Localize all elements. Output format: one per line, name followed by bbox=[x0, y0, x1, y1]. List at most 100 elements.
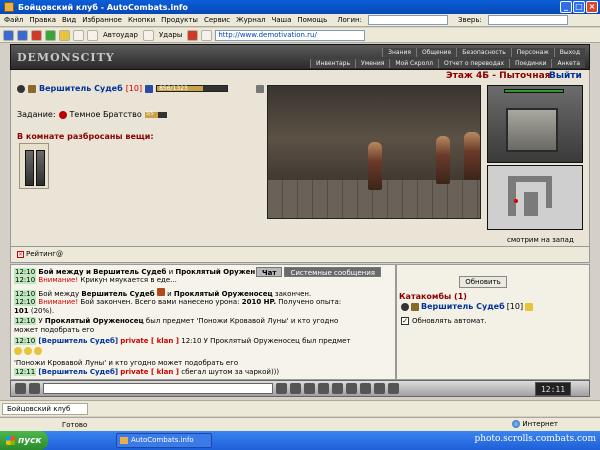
nav-knowledge[interactable]: Знания bbox=[382, 48, 416, 57]
menu-cup[interactable]: Чаша bbox=[272, 16, 292, 24]
nav-communication[interactable]: Общение bbox=[415, 48, 457, 57]
minimize-button[interactable]: _ bbox=[560, 1, 572, 13]
menu-help[interactable]: Помощь bbox=[297, 16, 327, 24]
tab-system-messages[interactable]: Системные сообщения bbox=[284, 267, 381, 277]
sound-icon[interactable] bbox=[332, 383, 343, 394]
nav-inventory[interactable]: Инвентарь bbox=[309, 59, 356, 68]
flag-icon[interactable] bbox=[187, 29, 199, 41]
player-name[interactable]: Вершитель Судеб bbox=[39, 84, 123, 93]
game-toolbar: 12:11 bbox=[10, 380, 590, 397]
clan-icon bbox=[28, 84, 36, 93]
items-title: В комнате разбросаны вещи: bbox=[17, 132, 154, 141]
catacomb-panel: Обновить Катакомбы (1) Вершитель Судеб [… bbox=[396, 264, 590, 380]
tab-chat[interactable]: Чат bbox=[256, 267, 283, 277]
direction-view[interactable] bbox=[506, 108, 558, 152]
exit-link[interactable]: Выйти bbox=[549, 71, 582, 81]
strikes-button[interactable]: Удары bbox=[157, 31, 184, 39]
chat-line bbox=[14, 347, 43, 357]
info-icon[interactable] bbox=[525, 302, 534, 311]
stop-icon[interactable] bbox=[31, 29, 42, 41]
nav-profile[interactable]: Анкета bbox=[551, 59, 585, 68]
scroll-icon[interactable] bbox=[346, 383, 357, 394]
fighter-1[interactable] bbox=[368, 142, 382, 190]
menu-file[interactable]: Файл bbox=[4, 16, 23, 24]
menu-tools[interactable]: Сервис bbox=[204, 16, 230, 24]
auto-refresh-checkbox[interactable]: ✓ bbox=[401, 317, 409, 325]
close-button[interactable]: × bbox=[586, 1, 598, 13]
search-icon[interactable] bbox=[73, 29, 84, 41]
catacomb-player-name[interactable]: Вершитель Судеб bbox=[421, 302, 505, 311]
game-logo: DEMONSCITY bbox=[17, 51, 115, 64]
player-marker-icon bbox=[514, 199, 518, 203]
home-icon[interactable] bbox=[59, 29, 70, 41]
menu-journal[interactable]: Журнал bbox=[236, 16, 265, 24]
game-content: Этаж 4Б - Пыточная Выйти Вершитель Судеб… bbox=[10, 70, 590, 246]
catacomb-title: Катакомбы (1) bbox=[399, 292, 467, 301]
effect-icon-1 bbox=[256, 84, 265, 93]
fighter-2[interactable] bbox=[436, 136, 450, 184]
fighter-3[interactable] bbox=[464, 132, 480, 180]
chat-line: 101 (20%). bbox=[14, 307, 55, 315]
dungeon-scene[interactable] bbox=[267, 85, 481, 219]
lock-icon[interactable] bbox=[388, 383, 399, 394]
beast-select[interactable] bbox=[487, 15, 568, 25]
task-info: Задание: Темное Братство 3/5 bbox=[17, 110, 167, 119]
back-icon[interactable] bbox=[3, 29, 14, 41]
autoattack-button[interactable]: Автоудар bbox=[101, 31, 140, 39]
nav-skills[interactable]: Умения bbox=[355, 59, 390, 68]
chat-mode-icon[interactable] bbox=[29, 383, 40, 394]
start-button[interactable]: пуск bbox=[0, 431, 48, 450]
maximize-button[interactable]: □ bbox=[573, 1, 585, 13]
users-icon[interactable] bbox=[374, 383, 385, 394]
refresh-button[interactable]: Обновить bbox=[459, 276, 507, 288]
chat-line: 12:10 [Вершитель Судеб] private [ klan ]… bbox=[14, 337, 351, 345]
level-title: Этаж 4Б - Пыточная bbox=[446, 71, 551, 81]
smiley-icon bbox=[34, 347, 43, 355]
menu-products[interactable]: Продукты bbox=[161, 16, 198, 24]
menu-favorites[interactable]: Избранное bbox=[82, 16, 122, 24]
window-controls: _ □ × bbox=[560, 1, 598, 13]
fight-icon bbox=[156, 288, 165, 296]
info-icon[interactable] bbox=[145, 84, 154, 93]
nav-character[interactable]: Персонаж bbox=[510, 48, 554, 57]
nav-transfers[interactable]: Отчет о переводах bbox=[437, 59, 510, 68]
sword-icon[interactable] bbox=[143, 29, 154, 41]
chat-line: 12:10 Внимание! Бой закончен. Всего вами… bbox=[14, 298, 342, 306]
nav-battles[interactable]: Поединки bbox=[509, 59, 552, 68]
menu-buttons[interactable]: Кнопки bbox=[128, 16, 155, 24]
login-label: Логин: bbox=[337, 16, 362, 24]
toolbar: Автоудар Удары http://www.demotivation.r… bbox=[0, 28, 600, 43]
window-title: Бойцовский клуб - AutoCombats.info bbox=[18, 2, 188, 12]
close-icon[interactable]: × bbox=[17, 250, 24, 258]
nav-my-scroll[interactable]: Мой Скролл bbox=[389, 59, 438, 68]
alignment-icon bbox=[401, 302, 409, 311]
game-clock: 12:11 bbox=[535, 382, 571, 396]
time-bar bbox=[504, 89, 564, 93]
settings-icon[interactable] bbox=[360, 383, 371, 394]
taskbar-item[interactable]: AutoCombats.info bbox=[116, 433, 212, 448]
send-icon[interactable] bbox=[276, 383, 287, 394]
chat-icon[interactable] bbox=[15, 383, 26, 394]
windows-taskbar: пуск AutoCombats.info photo.scrolls.comb… bbox=[0, 431, 600, 450]
login-input[interactable] bbox=[367, 15, 448, 25]
filter-icon[interactable] bbox=[318, 383, 329, 394]
nav-exit[interactable]: Выход bbox=[553, 48, 585, 57]
nav-security[interactable]: Безопасность bbox=[456, 48, 511, 57]
document-tab[interactable]: Бойцовский клуб bbox=[2, 403, 88, 415]
chat-line: 12:10 Бой между и Вершитель Судеб и Прок… bbox=[14, 268, 256, 276]
player-info: Вершитель Судеб [10] 856/1323 bbox=[17, 84, 298, 93]
page-icon[interactable] bbox=[201, 29, 213, 41]
clear-icon[interactable] bbox=[290, 383, 301, 394]
tools-icon[interactable] bbox=[87, 29, 98, 41]
rating-counter[interactable]: × Рейтинг@ bbox=[17, 250, 63, 258]
item-leggings[interactable] bbox=[19, 143, 49, 189]
refresh-icon[interactable] bbox=[45, 29, 56, 41]
address-bar[interactable]: http://www.demotivation.ru/ bbox=[215, 29, 366, 41]
smile-icon[interactable] bbox=[304, 383, 315, 394]
game-header: DEMONSCITY Знания Общение Безопасность П… bbox=[10, 44, 590, 70]
menu-edit[interactable]: Правка bbox=[29, 16, 56, 24]
forward-icon[interactable] bbox=[17, 29, 28, 41]
rating-label: Рейтинг@ bbox=[26, 250, 63, 258]
chat-input[interactable] bbox=[43, 383, 273, 394]
menu-view[interactable]: Вид bbox=[62, 16, 76, 24]
